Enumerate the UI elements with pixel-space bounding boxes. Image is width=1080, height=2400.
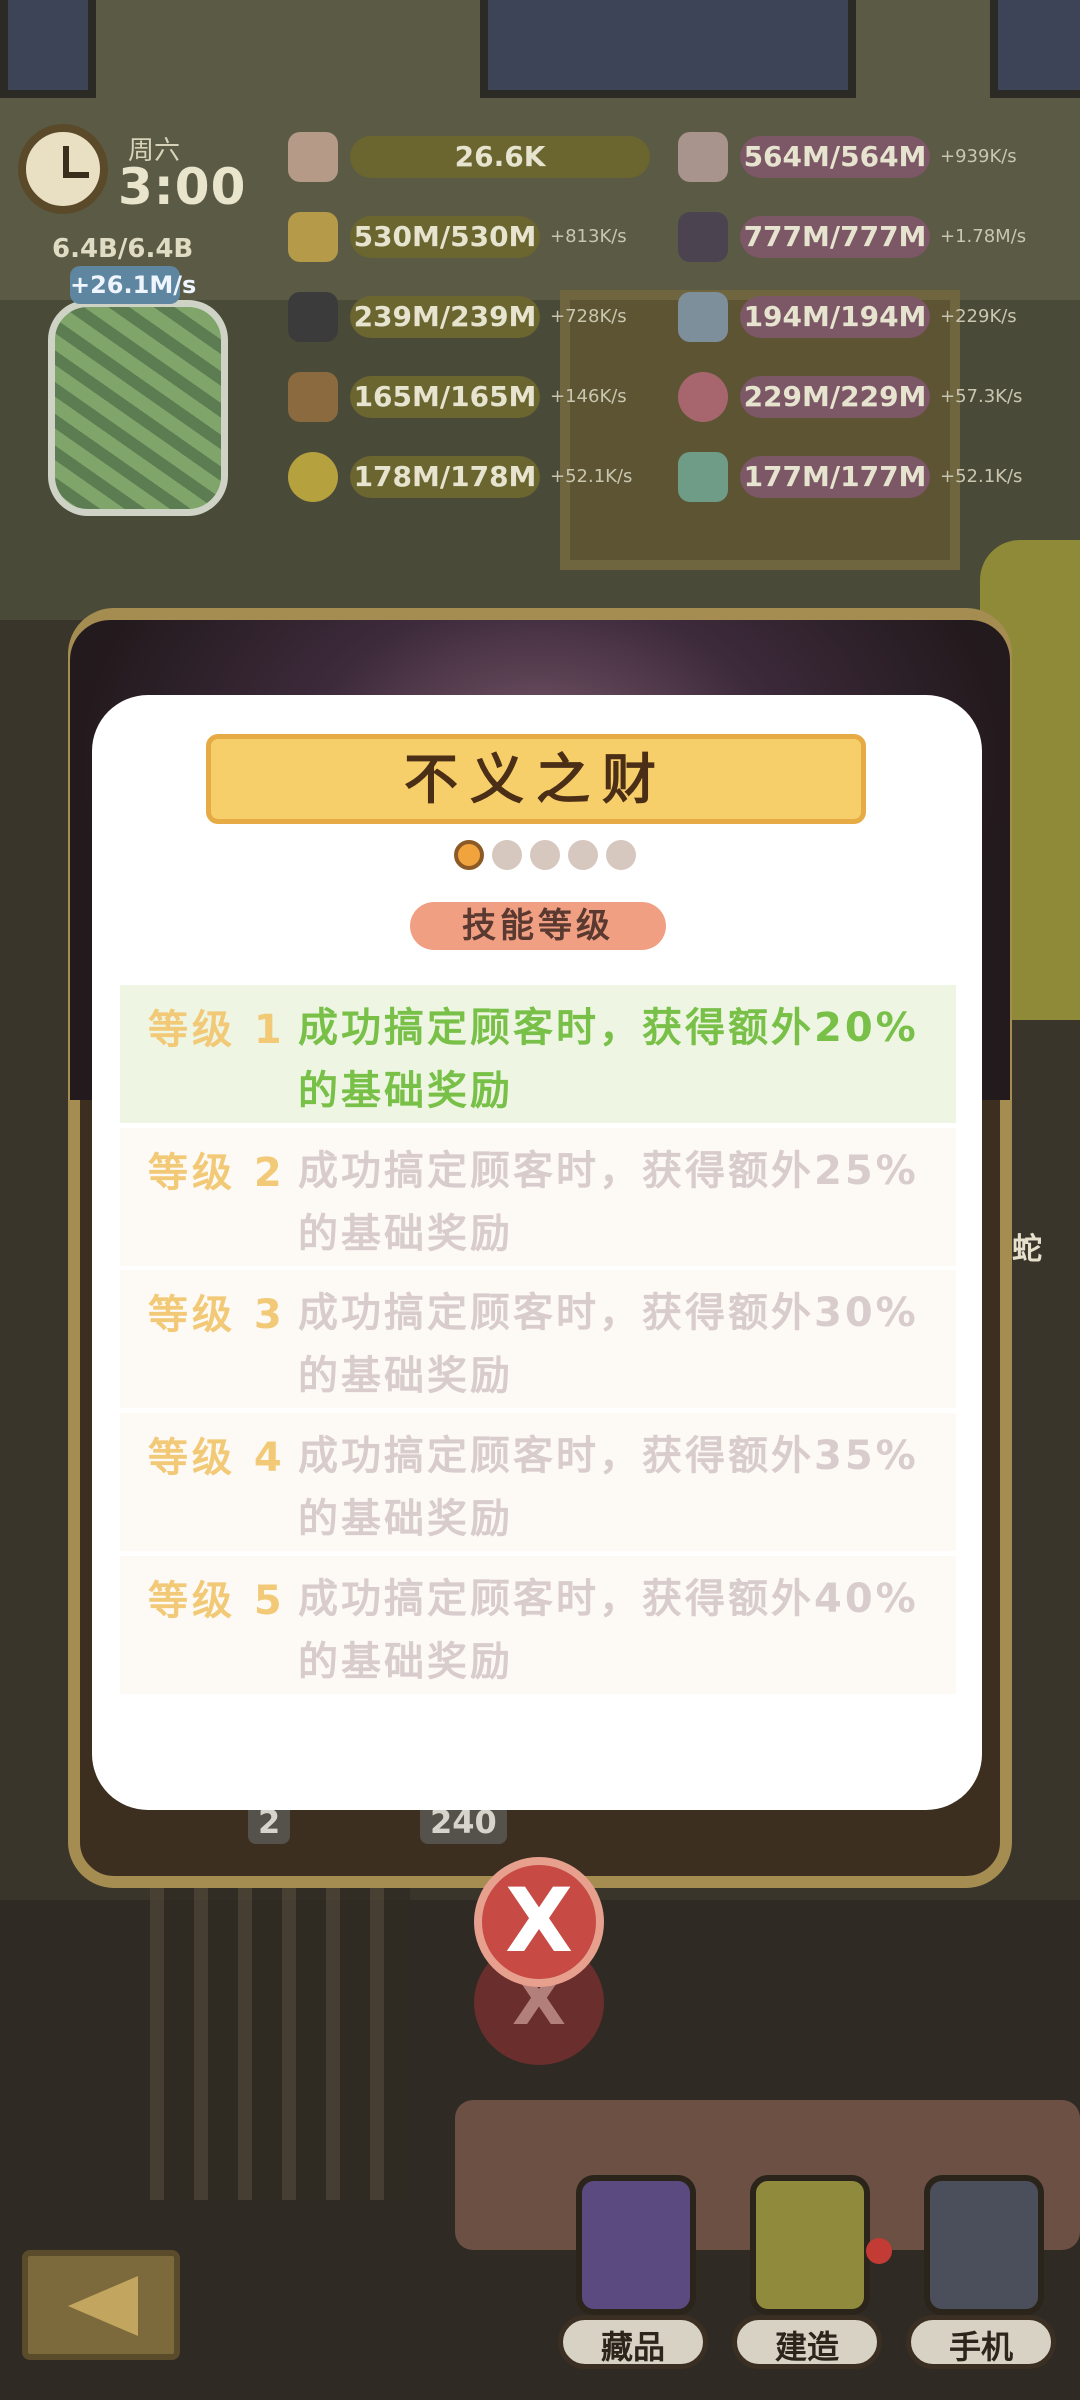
heart-icon bbox=[678, 372, 728, 422]
resource-value: 177M/177M bbox=[740, 456, 930, 498]
level-label: 等级 2 bbox=[148, 1150, 286, 1196]
level-description: 成功搞定顾客时，获得额外25%的基础奖励 bbox=[298, 1148, 919, 1257]
resource-rate: +229K/s bbox=[940, 306, 1017, 327]
level-row: 等级 1 成功搞定顾客时，获得额外20%的基础奖励 bbox=[120, 985, 956, 1123]
resource-rate: +813K/s bbox=[550, 226, 627, 247]
jar-rate: +26.1M/s bbox=[70, 266, 196, 304]
resource-value: 26.6K bbox=[350, 136, 650, 178]
build-button[interactable]: 建造 bbox=[732, 2175, 882, 2375]
level-row: 等级 5 成功搞定顾客时，获得额外40%的基础奖励 bbox=[120, 1556, 956, 1694]
resource-rate: +728K/s bbox=[550, 306, 627, 327]
resource-rate: +57.3K/s bbox=[940, 386, 1023, 407]
phone-label: 手机 bbox=[906, 2315, 1056, 2369]
level-description: 成功搞定顾客时，获得额外20%的基础奖励 bbox=[298, 1005, 919, 1114]
cards-icon bbox=[678, 212, 728, 262]
resource-value: 777M/777M bbox=[740, 216, 930, 258]
resource-rate: +52.1K/s bbox=[550, 466, 633, 487]
scene-railing bbox=[150, 1880, 410, 2200]
resource-value: 564M/564M bbox=[740, 136, 930, 178]
resource-value: 229M/229M bbox=[740, 376, 930, 418]
scene-side-text: 蛇 bbox=[1012, 1232, 1042, 1267]
wood-plank-icon bbox=[288, 372, 338, 422]
resource-rate: +1.78M/s bbox=[940, 226, 1027, 247]
bottle-icon bbox=[678, 292, 728, 342]
banana-icon bbox=[288, 452, 338, 502]
back-button[interactable] bbox=[22, 2250, 180, 2360]
page-dot[interactable] bbox=[492, 840, 522, 870]
peach-icon bbox=[288, 132, 338, 182]
jar-face-icon bbox=[678, 452, 728, 502]
resource-value: 178M/178M bbox=[350, 456, 540, 498]
resource-value: 239M/239M bbox=[350, 296, 540, 338]
coal-icon bbox=[288, 292, 338, 342]
level-row: 等级 2 成功搞定顾客时，获得额外25%的基础奖励 bbox=[120, 1128, 956, 1266]
resource-value: 165M/165M bbox=[350, 376, 540, 418]
scene-window bbox=[480, 0, 856, 98]
level-label: 等级 1 bbox=[148, 1007, 286, 1053]
level-description: 成功搞定顾客时，获得额外30%的基础奖励 bbox=[298, 1290, 919, 1399]
star-book-icon bbox=[576, 2175, 696, 2315]
page-dot-active[interactable] bbox=[454, 840, 484, 870]
money-jar-icon[interactable] bbox=[48, 300, 228, 516]
skill-level-badge: 技能等级 bbox=[410, 902, 666, 950]
resource-rate: +146K/s bbox=[550, 386, 627, 407]
jar-capacity: 6.4B/6.4B bbox=[52, 234, 194, 264]
skill-title: 不义之财 bbox=[206, 734, 866, 824]
page-dot[interactable] bbox=[606, 840, 636, 870]
scene-window bbox=[0, 0, 96, 98]
chevron-left-icon bbox=[68, 2276, 138, 2336]
resource-rate: +939K/s bbox=[940, 146, 1017, 167]
clock-icon bbox=[18, 124, 108, 214]
notification-dot-icon bbox=[866, 2238, 892, 2264]
close-button[interactable]: X bbox=[474, 1857, 604, 1987]
page-dot[interactable] bbox=[530, 840, 560, 870]
level-label: 等级 5 bbox=[148, 1578, 286, 1624]
level-description: 成功搞定顾客时，获得额外40%的基础奖励 bbox=[298, 1576, 919, 1685]
collection-label: 藏品 bbox=[558, 2315, 708, 2369]
level-row: 等级 4 成功搞定顾客时，获得额外35%的基础奖励 bbox=[120, 1413, 956, 1551]
build-label: 建造 bbox=[732, 2315, 882, 2369]
resource-rate: +52.1K/s bbox=[940, 466, 1023, 487]
phone-button[interactable]: 手机 bbox=[906, 2175, 1056, 2375]
collection-button[interactable]: 藏品 bbox=[558, 2175, 708, 2375]
time-label: 3:00 bbox=[118, 158, 247, 216]
chart-icon bbox=[678, 132, 728, 182]
scene-window bbox=[990, 0, 1080, 98]
gold-bar-icon bbox=[288, 212, 338, 262]
level-row: 等级 3 成功搞定顾客时，获得额外30%的基础奖励 bbox=[120, 1270, 956, 1408]
level-description: 成功搞定顾客时，获得额外35%的基础奖励 bbox=[298, 1433, 919, 1542]
blueprint-icon bbox=[750, 2175, 870, 2315]
resource-value: 530M/530M bbox=[350, 216, 540, 258]
level-label: 等级 3 bbox=[148, 1292, 286, 1338]
page-dot[interactable] bbox=[568, 840, 598, 870]
phone-icon bbox=[924, 2175, 1044, 2315]
level-label: 等级 4 bbox=[148, 1435, 286, 1481]
resource-value: 194M/194M bbox=[740, 296, 930, 338]
